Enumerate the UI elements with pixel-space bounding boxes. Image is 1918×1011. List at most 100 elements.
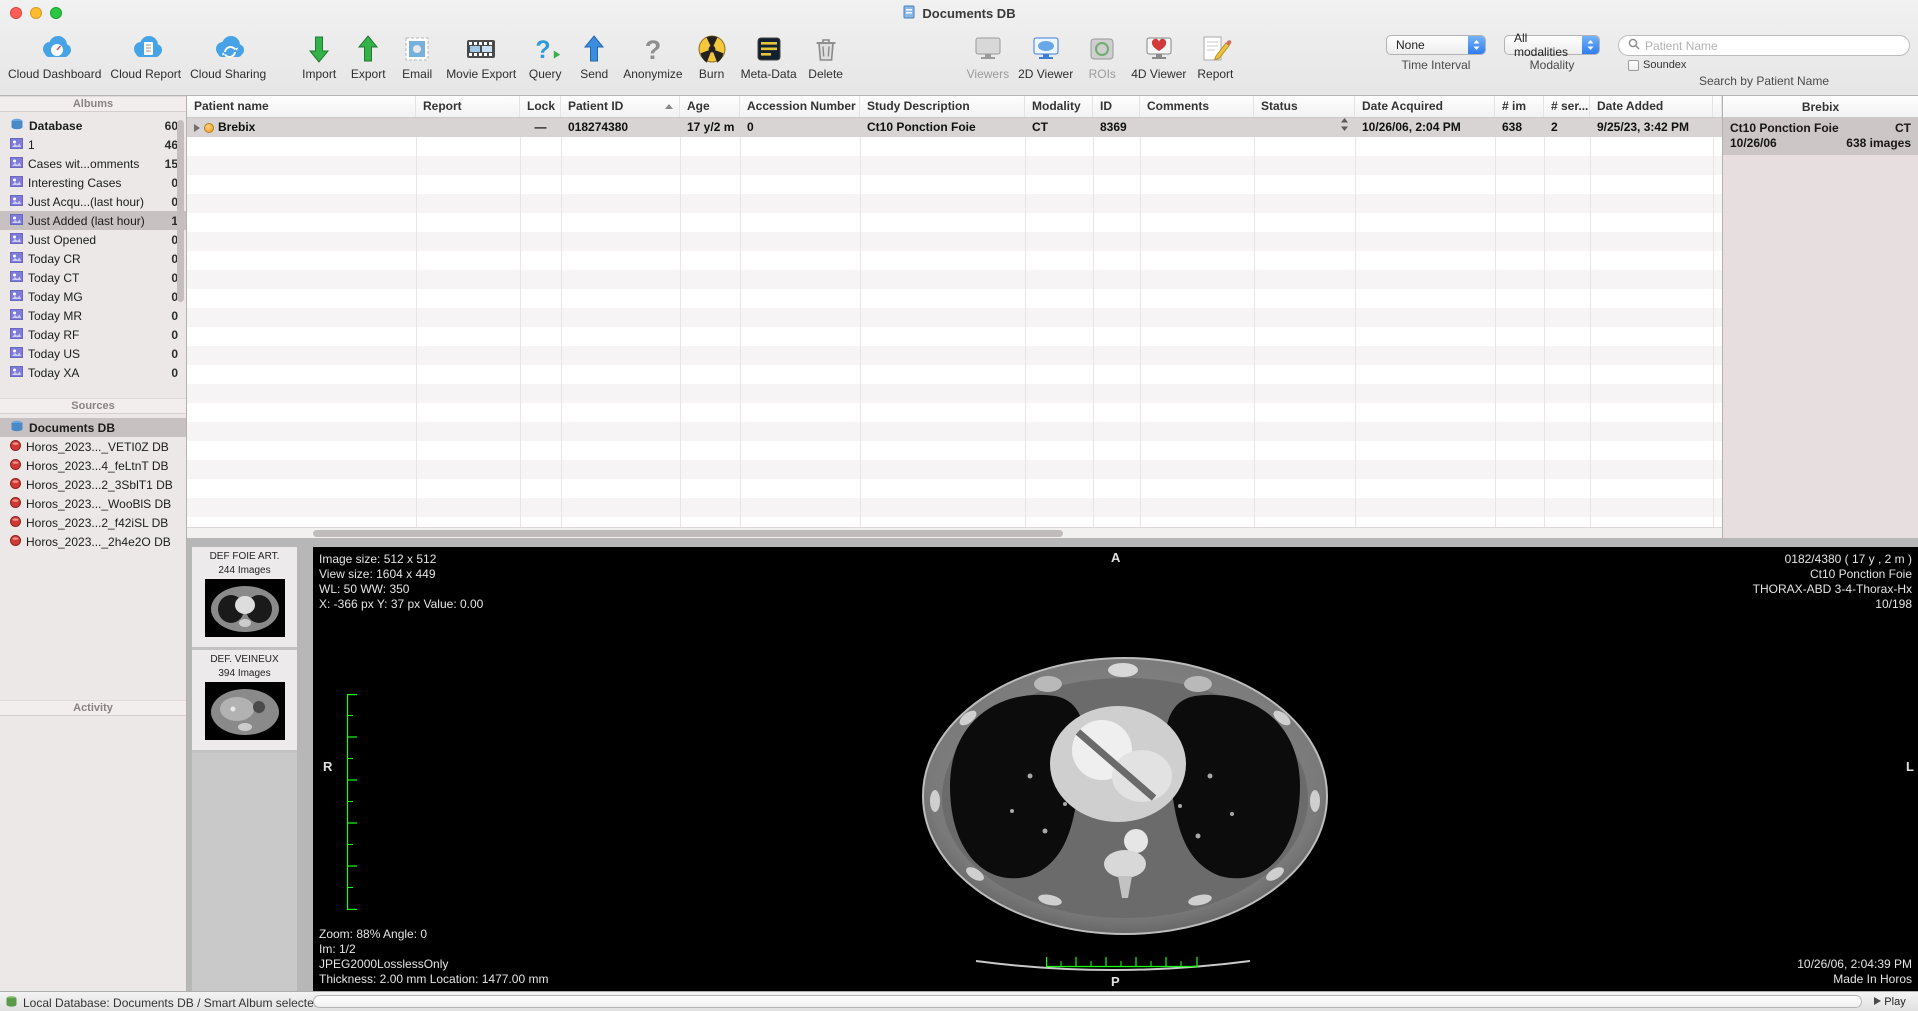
movie-export-button[interactable]: Movie Export bbox=[446, 31, 516, 81]
album-item-today-us[interactable]: Today US0 bbox=[0, 344, 186, 363]
album-icon bbox=[10, 347, 23, 361]
titlebar[interactable]: Documents DB bbox=[0, 0, 1918, 26]
source-item-horos-1[interactable]: Horos_2023..._VETI0Z DB bbox=[0, 437, 186, 456]
2d-viewer-button[interactable]: 2D Viewer bbox=[1018, 31, 1073, 81]
report-button[interactable]: Report bbox=[1195, 31, 1235, 81]
query-button[interactable]: ? Query bbox=[525, 31, 565, 81]
series-thumbnail-image[interactable] bbox=[205, 682, 285, 745]
soundex-checkbox[interactable] bbox=[1628, 60, 1639, 71]
album-item-interesting-cases[interactable]: Interesting Cases0 bbox=[0, 173, 186, 192]
image-series-scrollbar[interactable] bbox=[313, 995, 1862, 1008]
metadata-button[interactable]: Meta-Data bbox=[741, 31, 797, 81]
column-header-age[interactable]: Age bbox=[680, 96, 740, 117]
column-header-date-added[interactable]: Date Added bbox=[1590, 96, 1713, 117]
column-header-modality[interactable]: Modality bbox=[1025, 96, 1093, 117]
album-icon bbox=[10, 290, 23, 304]
patient-search-field[interactable] bbox=[1618, 35, 1910, 56]
modality-popup[interactable]: All modalities bbox=[1504, 35, 1600, 55]
source-item-horos-4[interactable]: Horos_2023..._WooBlS DB bbox=[0, 494, 186, 513]
source-item-horos-5[interactable]: Horos_2023...2_f42iSL DB bbox=[0, 513, 186, 532]
table-row[interactable]: Brebix — 018274380 17 y/2 m 0 Ct10 Ponct… bbox=[187, 118, 1722, 137]
image-viewer-canvas[interactable]: Image size: 512 x 512 View size: 1604 x … bbox=[313, 547, 1918, 991]
series-item-def-veineux[interactable]: DEF. VEINEUX 394 Images bbox=[192, 650, 297, 753]
sort-ascending-icon bbox=[665, 104, 673, 109]
soundex-option[interactable]: Soundex bbox=[1628, 59, 1686, 71]
close-window-button[interactable] bbox=[10, 7, 22, 19]
column-header-id[interactable]: ID bbox=[1093, 96, 1140, 117]
details-study-item[interactable]: Ct10 Ponction FoieCT 10/26/06638 images bbox=[1723, 118, 1918, 155]
status-stepper[interactable] bbox=[1339, 118, 1350, 137]
modality-value: All modalities bbox=[1514, 31, 1577, 59]
column-header-num-series[interactable]: # ser... bbox=[1544, 96, 1590, 117]
sidebar: Albums Database60 146 Cases wit...omment… bbox=[0, 96, 187, 991]
column-header-patient-name[interactable]: Patient name bbox=[187, 96, 416, 117]
stamp-icon bbox=[397, 31, 437, 67]
album-item-just-acquired[interactable]: Just Acqu...(last hour)0 bbox=[0, 192, 186, 211]
column-header-report[interactable]: Report bbox=[416, 96, 520, 117]
age-cell: 17 y/2 m bbox=[680, 118, 740, 137]
series-item-def-foie-art[interactable]: DEF FOIE ART. 244 Images bbox=[192, 547, 297, 650]
cloud-sharing-button[interactable]: Cloud Sharing bbox=[190, 31, 266, 81]
series-thumbnail-image[interactable] bbox=[205, 579, 285, 642]
column-header-filler bbox=[1713, 96, 1722, 117]
album-icon bbox=[10, 366, 23, 380]
time-interval-value: None bbox=[1396, 38, 1425, 52]
album-item-just-opened[interactable]: Just Opened0 bbox=[0, 230, 186, 249]
album-item-just-added[interactable]: Just Added (last hour)1 bbox=[0, 211, 186, 230]
column-header-accession-number[interactable]: Accession Number bbox=[740, 96, 860, 117]
album-item-today-xa[interactable]: Today XA0 bbox=[0, 363, 186, 382]
column-header-study-description[interactable]: Study Description bbox=[860, 96, 1025, 117]
cloud-dashboard-button[interactable]: Cloud Dashboard bbox=[8, 31, 101, 81]
album-item-today-cr[interactable]: Today CR0 bbox=[0, 249, 186, 268]
email-button[interactable]: Email bbox=[397, 31, 437, 81]
album-item-today-mr[interactable]: Today MR0 bbox=[0, 306, 186, 325]
viewers-button[interactable]: Viewers bbox=[967, 31, 1009, 81]
album-item-today-ct[interactable]: Today CT0 bbox=[0, 268, 186, 287]
albums-scrollbar[interactable] bbox=[177, 120, 184, 302]
details-modality: CT bbox=[1895, 121, 1911, 136]
series-thumbnail-strip: DEF FOIE ART. 244 Images DEF. VEINEUX 39… bbox=[192, 547, 297, 991]
search-icon bbox=[1628, 37, 1640, 55]
anonymize-button[interactable]: ? Anonymize bbox=[623, 31, 682, 81]
export-button[interactable]: Export bbox=[348, 31, 388, 81]
column-header-num-images[interactable]: # im bbox=[1495, 96, 1544, 117]
rois-button[interactable]: ROIs bbox=[1082, 31, 1122, 81]
cloud-report-button[interactable]: Cloud Report bbox=[110, 31, 181, 81]
report-cell bbox=[416, 118, 520, 137]
source-item-horos-3[interactable]: Horos_2023...2_3SblT1 DB bbox=[0, 475, 186, 494]
source-item-horos-2[interactable]: Horos_2023...4_feLtnT DB bbox=[0, 456, 186, 475]
album-item-today-mg[interactable]: Today MG0 bbox=[0, 287, 186, 306]
source-item-documents-db[interactable]: Documents DB bbox=[0, 418, 186, 437]
remote-db-icon bbox=[10, 497, 21, 511]
album-item-today-rf[interactable]: Today RF0 bbox=[0, 325, 186, 344]
delete-button[interactable]: Delete bbox=[806, 31, 846, 81]
num-images-cell: 638 bbox=[1495, 118, 1544, 137]
source-item-horos-6[interactable]: Horos_2023..._2h4e2O DB bbox=[0, 532, 186, 551]
column-header-date-acquired[interactable]: Date Acquired bbox=[1355, 96, 1495, 117]
zoom-window-button[interactable] bbox=[50, 7, 62, 19]
play-button[interactable]: Play bbox=[1865, 995, 1915, 1009]
toolbar-right-controls: None Time Interval All modalities Modali… bbox=[1386, 31, 1910, 88]
column-header-patient-id[interactable]: Patient ID bbox=[561, 96, 680, 117]
import-button[interactable]: Import bbox=[299, 31, 339, 81]
minimize-window-button[interactable] bbox=[30, 7, 42, 19]
horos-window: Documents DB Cloud Dashboard Cloud Repor… bbox=[0, 0, 1918, 1011]
search-input[interactable] bbox=[1645, 39, 1900, 53]
send-button[interactable]: Send bbox=[574, 31, 614, 81]
4d-viewer-button[interactable]: 4D Viewer bbox=[1131, 31, 1186, 81]
column-header-lock[interactable]: Lock bbox=[520, 96, 561, 117]
disclosure-triangle-icon[interactable] bbox=[194, 124, 200, 132]
album-item-cases-with-comments[interactable]: Cases wit...omments15 bbox=[0, 154, 186, 173]
column-header-status[interactable]: Status bbox=[1254, 96, 1355, 117]
send-arrow-icon bbox=[574, 31, 614, 67]
album-item-1[interactable]: 146 bbox=[0, 135, 186, 154]
num-series-cell: 2 bbox=[1544, 118, 1590, 137]
table-scrollbar-thumb[interactable] bbox=[313, 530, 1063, 537]
album-item-database[interactable]: Database60 bbox=[0, 116, 186, 135]
database-icon bbox=[10, 420, 24, 435]
time-interval-popup[interactable]: None bbox=[1386, 35, 1486, 55]
patient-name-cell[interactable]: Brebix bbox=[187, 118, 416, 137]
table-horizontal-scrollbar[interactable] bbox=[187, 527, 1722, 538]
burn-button[interactable]: Burn bbox=[692, 31, 732, 81]
column-header-comments[interactable]: Comments bbox=[1140, 96, 1254, 117]
